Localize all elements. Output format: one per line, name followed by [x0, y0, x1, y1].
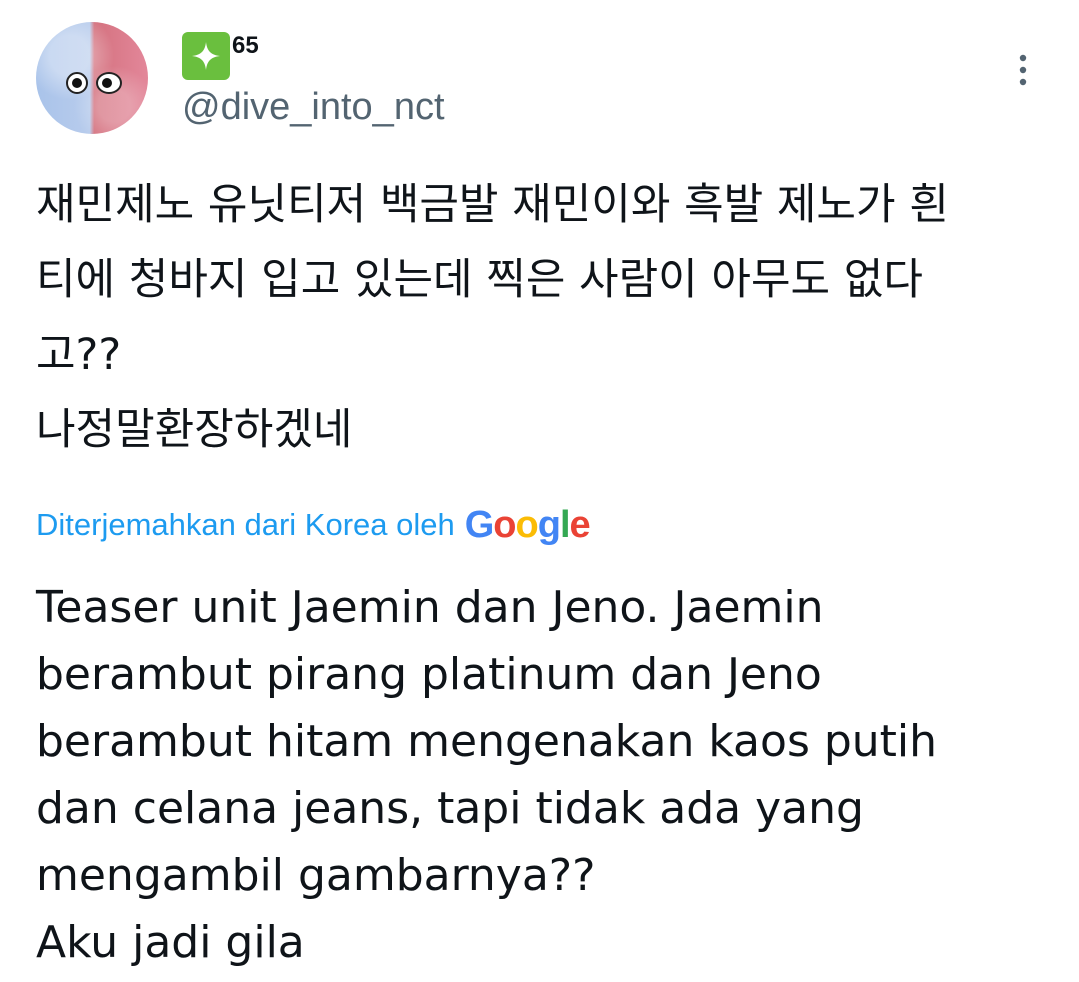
vertical-ellipsis-icon[interactable] [1010, 52, 1036, 92]
user-handle[interactable]: @dive_into_nct [182, 84, 445, 130]
translation-attribution[interactable]: Diterjemahkan dari Korea oleh Google [36, 498, 591, 552]
avatar[interactable] [36, 22, 148, 134]
tweet-translated-text: Teaser unit Jaemin dan Jeno. Jaemin bera… [36, 582, 938, 968]
display-name-count: 65 [232, 32, 259, 59]
avatar-right-eye [96, 72, 122, 94]
avatar-left-eye [66, 72, 88, 94]
tweet: 65 @dive_into_nct 재민제노 유닛티저 백금발 재민이와 흑발 … [0, 0, 1079, 982]
google-logo: Google [464, 503, 591, 546]
avatar-fur [36, 22, 148, 134]
display-name-row[interactable]: 65 [182, 32, 259, 80]
sparkle-icon [182, 32, 230, 80]
translation-label[interactable]: Diterjemahkan dari Korea oleh [36, 507, 455, 543]
tweet-original-text: 재민제노 유닛티저 백금발 재민이와 흑발 제노가 흰 티에 청바지 입고 있는… [36, 180, 949, 455]
